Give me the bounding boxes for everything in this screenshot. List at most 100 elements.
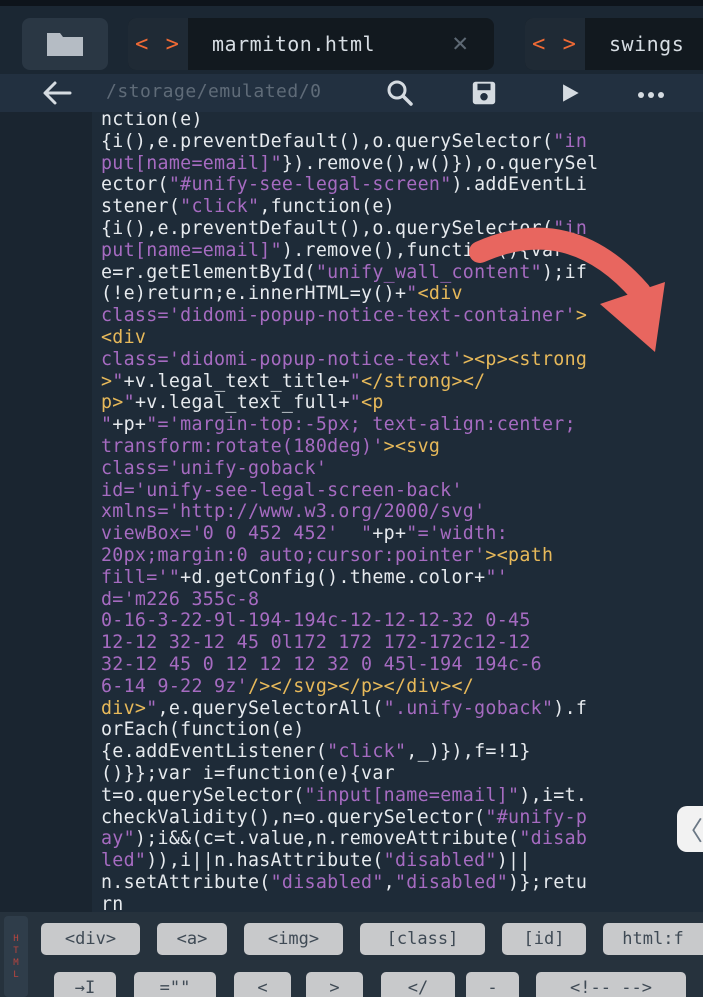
code-line[interactable]: {e.addEventListener("click",_)}),f=!1} [101, 741, 701, 763]
tab-swings[interactable]: < > swings [525, 18, 703, 70]
language-letter: T [13, 945, 19, 956]
code-token: put[name=email]" [101, 152, 282, 174]
code-line[interactable]: 32-12 45 0 12 12 12 32 0 45l-194 194c-6 [101, 654, 701, 676]
save-button[interactable] [467, 78, 501, 108]
snippet-tab[interactable]: →I [54, 972, 116, 997]
code-line[interactable]: led")),i||n.hasAttribute("disabled")|| [101, 850, 701, 872]
snippet-id[interactable]: [id] [502, 923, 586, 955]
code-token: ><p><strong [462, 348, 588, 370]
code-text[interactable]: nction(e) {i(),e.preventDefault(),o.query… [101, 112, 701, 912]
code-token: "='margin-top:-5px; text-align:center; [146, 414, 576, 436]
code-line[interactable]: transform:rotate(180deg)'><svg [101, 436, 701, 458]
code-token: led" [101, 850, 147, 872]
tab-marmiton[interactable]: < > marmiton.html ✕ [128, 18, 494, 70]
file-manager-button[interactable] [22, 18, 108, 70]
close-icon[interactable]: ✕ [452, 30, 468, 56]
code-line[interactable]: p>"+v.legal_text_full+"<p [101, 392, 701, 414]
code-token: ),i=t. [519, 784, 588, 806]
side-panel-handle[interactable]: 〈 [677, 806, 703, 852]
code-line[interactable]: class='didomi-popup-notice-text-containe… [101, 305, 701, 327]
code-token: "disab [519, 828, 588, 850]
snippet-comment[interactable]: <!-- --> [536, 972, 686, 997]
code-line[interactable]: 0-16-3-22-9l-194-194c-12-12-12-32 0-45 [101, 610, 701, 632]
snippet-img[interactable]: <img> [244, 923, 343, 955]
code-token: rn [101, 893, 124, 912]
code-token: "unify_wall_content" [315, 261, 542, 283]
code-line[interactable]: e=r.getElementById("unify_wall_content")… [101, 262, 701, 284]
code-token: ><path [485, 544, 554, 566]
code-line[interactable]: fill='"+d.getConfig().theme.color+"' [101, 567, 701, 589]
code-line[interactable]: "+p+"='margin-top:-5px; text-align:cente… [101, 414, 701, 436]
code-token: ay" [101, 828, 135, 850]
code-token: "click" [327, 741, 407, 763]
code-line[interactable]: viewBox='0 0 452 452' "+p+"='width: [101, 523, 701, 545]
code-line[interactable]: ector("#unify-see-legal-screen").addEven… [101, 174, 701, 196]
code-token: "#unify-p [485, 806, 588, 828]
file-path: /storage/emulated/0 [106, 81, 322, 102]
code-token: "disabled" [270, 871, 384, 893]
language-indicator[interactable]: HTML [4, 916, 28, 997]
more-button[interactable] [634, 78, 668, 108]
code-token: ><svg [383, 435, 441, 457]
code-line[interactable]: stener("click",function(e) [101, 196, 701, 218]
code-line[interactable]: put[name=email]").remove(),function(){va… [101, 240, 701, 262]
code-line[interactable]: put[name=email]"}).remove(),w()}),o.quer… [101, 153, 701, 175]
code-line[interactable]: (!e)return;e.innerHTML=y()+"<div [101, 283, 701, 305]
code-line[interactable]: class='didomi-popup-notice-text'><p><str… [101, 349, 701, 371]
code-token: "input[name=email]" [304, 784, 520, 806]
code-line[interactable]: ()}};var i=function(e){var [101, 763, 701, 785]
code-token: class='didomi-popup-notice-text' [101, 348, 463, 370]
code-token: {e.addEventListener( [101, 741, 328, 763]
code-line[interactable]: checkValidity(),n=o.querySelector("#unif… [101, 807, 701, 829]
code-line[interactable]: class='unify-goback' [101, 458, 701, 480]
code-line[interactable]: {i(),e.preventDefault(),o.querySelector(… [101, 218, 701, 240]
code-line[interactable]: div>",e.querySelectorAll(".unify-goback"… [101, 698, 701, 720]
code-token: "in [553, 130, 588, 152]
snippet-html-fragment[interactable]: html:f [603, 923, 703, 955]
snippet-a[interactable]: <a> [157, 923, 227, 955]
code-line[interactable]: 12-12 32-12 45 0l172 172 172-172c12-12 [101, 632, 701, 654]
toolbar: /storage/emulated/0 [0, 74, 703, 112]
snippet-equals-quotes[interactable]: ="" [134, 972, 216, 997]
code-token: transform:rotate(180deg)' [101, 435, 384, 457]
code-line[interactable]: 6-14 9-22 9z'/></svg></p></div></ [101, 676, 701, 698]
run-button[interactable] [553, 78, 587, 108]
code-line[interactable]: 20px;margin:0 auto;cursor:pointer'><path [101, 545, 701, 567]
code-line[interactable]: d='m226 355c-8 [101, 589, 701, 611]
code-token: +p+ [372, 523, 407, 545]
code-line[interactable]: rn [101, 894, 701, 912]
back-arrow-icon[interactable] [40, 77, 74, 109]
snippet-close-tag[interactable]: </ [381, 972, 455, 997]
code-line[interactable]: >"+v.legal_text_title+"</strong></ [101, 371, 701, 393]
code-token: ()}};var i=function(e){var [101, 762, 395, 784]
snippet-class[interactable]: [class] [360, 923, 485, 955]
code-token: )};retu [508, 871, 588, 893]
snippet-div[interactable]: <div> [41, 923, 140, 955]
code-line[interactable]: ay");i&&(c=t.value,n.removeAttribute("di… [101, 828, 701, 850]
code-editor[interactable]: nction(e) {i(),e.preventDefault(),o.query… [0, 112, 703, 912]
code-line[interactable]: id='unify-see-legal-screen-back' [101, 480, 701, 502]
snippet-less-than[interactable]: < [234, 972, 291, 997]
code-token: " [112, 370, 124, 392]
more-icon [638, 92, 664, 98]
snippet-dash[interactable]: - [466, 972, 519, 997]
code-token: (!e)return;e.innerHTML=y()+ [101, 283, 407, 305]
code-token: );i&&(c=t.value,n.removeAttribute( [134, 828, 520, 850]
code-line[interactable]: {i(),e.preventDefault(),o.querySelector(… [101, 131, 701, 153]
code-token: 20px;margin:0 auto;cursor:pointer' [101, 544, 486, 566]
code-line[interactable]: t=o.querySelector("input[name=email]"),i… [101, 785, 701, 807]
code-line[interactable]: nction(e) [101, 112, 701, 131]
code-token: 12-12 32-12 45 0l172 172 172-172c12-12 [101, 632, 531, 654]
code-line[interactable]: orEach(function(e) [101, 719, 701, 741]
code-line[interactable]: <div [101, 327, 701, 349]
code-line[interactable]: xmlns='http://www.w3.org/2000/svg' [101, 501, 701, 523]
snippet-greater-than[interactable]: > [306, 972, 363, 997]
search-button[interactable] [383, 78, 417, 108]
code-token: ).addEventLi [451, 174, 588, 196]
code-token: viewBox='0 0 452 452' " [101, 523, 373, 545]
code-token: > [575, 305, 588, 327]
code-token: ector( [101, 174, 169, 196]
code-token: <div [417, 283, 463, 305]
code-line[interactable]: n.setAttribute("disabled","disabled")};r… [101, 872, 701, 894]
code-token: , [383, 871, 395, 893]
